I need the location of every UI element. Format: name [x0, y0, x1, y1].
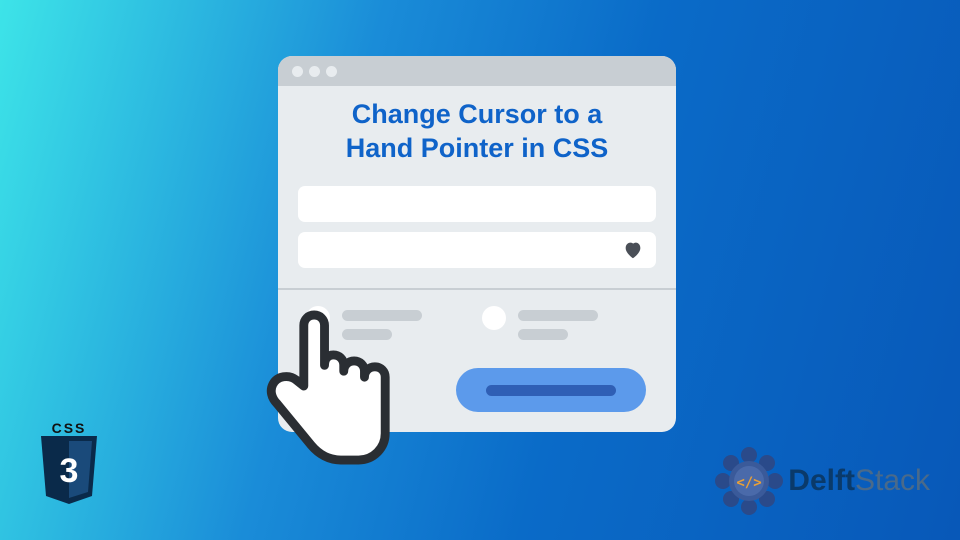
- window-titlebar: [278, 56, 676, 86]
- brand-part-1: Delft: [788, 464, 855, 497]
- window-dot: [326, 66, 337, 77]
- radio-button[interactable]: [482, 306, 506, 330]
- window-dot: [292, 66, 303, 77]
- submit-button[interactable]: [456, 368, 646, 412]
- button-label-placeholder: [486, 385, 616, 396]
- brand-part-2: Stack: [855, 464, 930, 497]
- css3-badge: CSS 3: [30, 420, 108, 512]
- heart-icon: [622, 239, 644, 261]
- hand-pointer-icon: [252, 300, 400, 478]
- title-line-1: Change Cursor to a: [352, 99, 603, 129]
- text-input-2[interactable]: [298, 232, 656, 268]
- text-input-1[interactable]: [298, 186, 656, 222]
- page-title: Change Cursor to a Hand Pointer in CSS: [278, 86, 676, 176]
- css-badge-number: 3: [60, 452, 79, 490]
- delft-gear-icon: </>: [714, 446, 784, 516]
- css-badge-label: CSS: [30, 420, 108, 436]
- brand-name: DelftStack: [788, 464, 930, 498]
- delftstack-logo: </> DelftStack: [714, 446, 930, 516]
- radio-label-placeholder: [518, 306, 598, 340]
- radio-option-2[interactable]: [482, 306, 598, 340]
- title-line-2: Hand Pointer in CSS: [346, 133, 609, 163]
- window-dot: [309, 66, 320, 77]
- svg-text:</>: </>: [737, 475, 762, 491]
- css3-shield-icon: 3: [30, 436, 108, 508]
